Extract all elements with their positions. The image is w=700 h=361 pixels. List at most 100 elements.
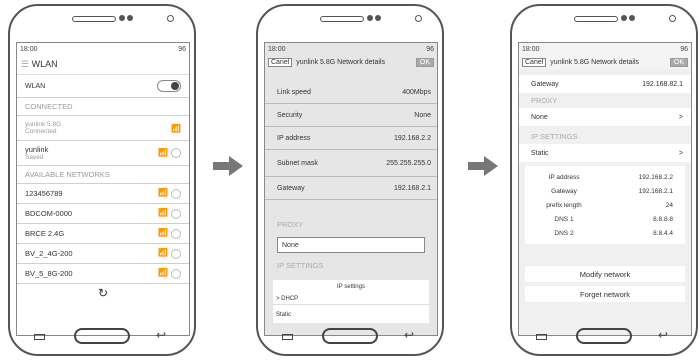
arrow-icon xyxy=(468,156,500,176)
static-ip-screen: 18:00 96 Canel yunlink 5.8G Network deta… xyxy=(518,42,692,336)
field-value[interactable]: 24 xyxy=(599,202,681,209)
network-name: yunlink xyxy=(25,145,49,154)
proxy-select[interactable]: None xyxy=(277,237,425,253)
field-row[interactable]: DNS 1 8.8.8.8 xyxy=(529,212,681,226)
wifi-icon: 📶 xyxy=(158,208,168,218)
gateway-label: Gateway xyxy=(531,80,559,88)
refresh-icon[interactable]: ↻ xyxy=(17,284,189,300)
nav-bar: ↩ xyxy=(258,326,442,348)
forget-network-button[interactable]: Forget network xyxy=(525,286,685,302)
home-icon[interactable] xyxy=(322,328,378,344)
info-icon[interactable] xyxy=(171,248,181,259)
info-icon[interactable] xyxy=(171,148,181,159)
static-option[interactable]: Static xyxy=(273,305,429,323)
ok-button[interactable]: OK xyxy=(415,57,434,67)
network-status: Saved xyxy=(25,154,44,161)
phone-2: 18:00 96 Canel yunlink 5.8G Network deta… xyxy=(256,4,444,356)
wlan-screen: 18:00 96 ☰ WLAN WLAN CONNECTED yunlink 5… xyxy=(16,42,190,336)
menu-icon[interactable] xyxy=(536,334,547,340)
available-header: AVAILABLE NETWORKS xyxy=(17,166,189,184)
security-row: Security None xyxy=(265,104,437,127)
menu-icon[interactable] xyxy=(282,334,293,340)
static-ip-fields: IP address 192.168.2.2 Gateway 192.168.2.1… xyxy=(525,166,685,244)
info-icon[interactable] xyxy=(171,228,181,239)
title-bar: Canel yunlink 5.8G Network details OK xyxy=(265,55,437,69)
ip-settings-dropdown: IP settings > DHCP Static xyxy=(273,280,429,323)
ok-button[interactable]: OK xyxy=(669,57,688,67)
network-item[interactable]: BV_5_8G-200 📶 xyxy=(17,264,189,284)
ip-label: IP address xyxy=(277,134,311,142)
camera-icon xyxy=(621,15,627,21)
saved-network[interactable]: yunlink Saved 📶 xyxy=(17,141,189,166)
proxy-row[interactable]: None > xyxy=(519,108,691,126)
field-label: DNS 1 xyxy=(554,215,574,223)
network-name: BV_5_8G-200 xyxy=(25,269,73,278)
title-bar: Canel yunlink 5.8G Network details OK xyxy=(519,55,691,69)
info-icon[interactable] xyxy=(171,268,181,279)
status-time: 18:00 xyxy=(20,45,38,53)
sensor-icon xyxy=(629,15,635,21)
modify-network-button[interactable]: Modify network xyxy=(525,266,685,282)
network-item[interactable]: 123456789 📶 xyxy=(17,184,189,204)
menu-icon[interactable] xyxy=(34,334,45,340)
field-value[interactable]: 192.168.2.1 xyxy=(599,188,681,195)
nav-bar: ↩ xyxy=(512,326,696,348)
wifi-icon: 📶 xyxy=(171,123,181,133)
field-label: IP address xyxy=(548,173,580,181)
arrow-icon xyxy=(213,156,245,176)
chevron-right-icon: > xyxy=(678,113,683,121)
connected-network[interactable]: yunlink 5.8G Connected 📶 xyxy=(17,116,189,141)
field-row[interactable]: DNS 2 8.8.4.4 xyxy=(529,226,681,240)
dhcp-option[interactable]: > DHCP xyxy=(273,294,429,305)
ip-settings-header: IP SETTINGS xyxy=(277,261,324,270)
connected-header: CONNECTED xyxy=(17,98,189,116)
network-name: BRCE 2.4G xyxy=(25,229,65,238)
network-status: Connected xyxy=(25,128,57,135)
back-icon[interactable]: ↩ xyxy=(404,328,414,342)
field-value[interactable]: 192.168.2.2 xyxy=(599,174,681,181)
dropdown-title: IP settings xyxy=(337,284,365,290)
info-icon[interactable] xyxy=(171,208,181,219)
wlan-toggle[interactable] xyxy=(157,80,181,92)
status-bar: 18:00 96 xyxy=(265,43,437,55)
field-row[interactable]: prefix length 24 xyxy=(529,198,681,212)
security-label: Security xyxy=(277,111,303,119)
link-speed-value: 400Mbps xyxy=(402,88,431,96)
field-value[interactable]: 8.8.8.8 xyxy=(599,216,681,223)
home-icon[interactable] xyxy=(74,328,130,344)
gateway-value: 192.168.2.1 xyxy=(394,184,431,192)
cancel-button[interactable]: Canel xyxy=(522,57,547,67)
wifi-icon: 📶 xyxy=(158,268,168,278)
field-row[interactable]: IP address 192.168.2.2 xyxy=(529,170,681,184)
status-time: 18:00 xyxy=(268,45,286,53)
wifi-icon: 📶 xyxy=(158,228,168,238)
proxy-value: None xyxy=(531,113,548,121)
back-icon[interactable]: ↩ xyxy=(658,328,668,342)
gateway-row: Gateway 192.168.82.1 xyxy=(519,75,691,93)
home-icon[interactable] xyxy=(576,328,632,344)
ip-value: 192.168.2.2 xyxy=(394,134,431,142)
gateway-value: 192.168.82.1 xyxy=(642,80,683,88)
link-speed-row: Link speed 400Mbps xyxy=(265,81,437,104)
field-value[interactable]: 8.8.4.4 xyxy=(599,230,681,237)
ip-settings-row[interactable]: Static > xyxy=(519,144,691,162)
info-icon[interactable] xyxy=(171,188,181,199)
wlan-toggle-row[interactable]: WLAN xyxy=(17,75,189,98)
menu-icon[interactable]: ☰ xyxy=(21,59,32,69)
camera-icon xyxy=(367,15,373,21)
cancel-button[interactable]: Canel xyxy=(268,57,293,67)
speaker-icon xyxy=(72,16,116,22)
back-icon[interactable]: ↩ xyxy=(156,328,166,342)
status-bar: 18:00 96 xyxy=(519,43,691,55)
wifi-icon: 📶 xyxy=(158,248,168,258)
subnet-row: Subnet mask 255.255.255.0 xyxy=(265,150,437,177)
network-item[interactable]: BDCOM-0000 📶 xyxy=(17,204,189,224)
chevron-right-icon: > xyxy=(678,149,683,157)
field-row[interactable]: Gateway 192.168.2.1 xyxy=(529,184,681,198)
front-camera-icon xyxy=(415,15,422,22)
network-item[interactable]: BRCE 2.4G 📶 xyxy=(17,224,189,244)
speaker-icon xyxy=(574,16,618,22)
status-bar: 18:00 96 xyxy=(17,43,189,55)
network-item[interactable]: BV_2_4G-200 📶 xyxy=(17,244,189,264)
page-title: yunlink 5.8G Network details xyxy=(550,58,640,66)
